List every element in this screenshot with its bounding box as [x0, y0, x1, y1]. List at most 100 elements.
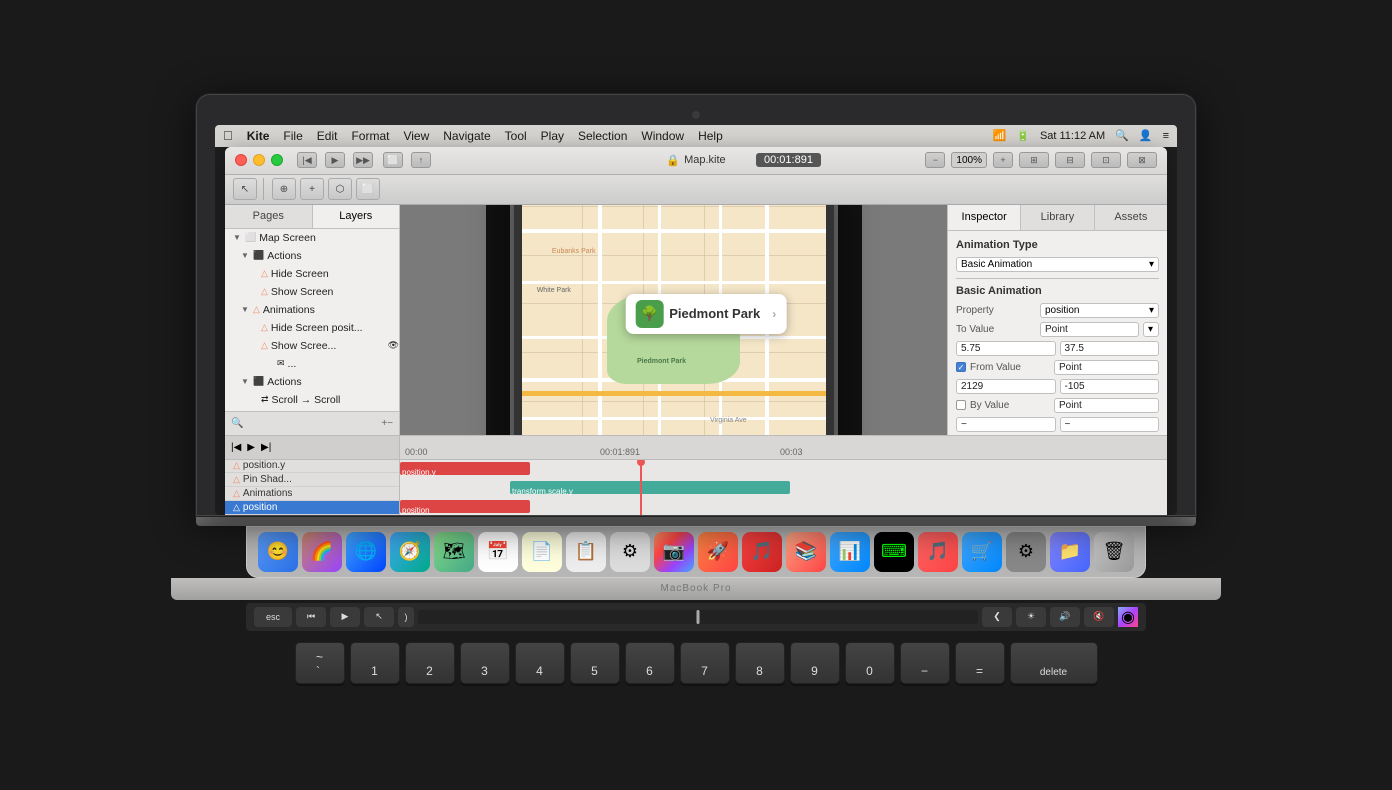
key-1[interactable]: 1	[350, 642, 400, 684]
user-icon[interactable]: 👤	[1139, 129, 1153, 142]
dock-appstore[interactable]: 🛒	[962, 532, 1002, 572]
track-label-2[interactable]: △ Animations	[225, 487, 399, 501]
layer-hide-screen-pos[interactable]: △ Hide Screen posit...	[225, 319, 399, 337]
layer-animations-1[interactable]: ▼ △ Animations	[225, 301, 399, 319]
layer-show-screen-2[interactable]: △ Show Scree... 👁	[225, 337, 399, 355]
menu-kite[interactable]: Kite	[247, 129, 270, 143]
key-8[interactable]: 8	[735, 642, 785, 684]
dock-reminders[interactable]: 📋	[566, 532, 606, 572]
cursor-key[interactable]: ↖	[364, 607, 394, 627]
key-6[interactable]: 6	[625, 642, 675, 684]
mask-tool[interactable]: ⬡	[328, 178, 352, 200]
volume-down-key[interactable]: 🔇	[1084, 607, 1114, 627]
zoom-icon[interactable]: 🔍	[231, 418, 243, 429]
key-2[interactable]: 2	[405, 642, 455, 684]
key-7[interactable]: 7	[680, 642, 730, 684]
track-label-1[interactable]: △ Pin Shad...	[225, 473, 399, 487]
play-key[interactable]: ▶	[330, 607, 360, 627]
to-value-x[interactable]: 5.75	[956, 341, 1056, 356]
layers-tab[interactable]: Layers	[313, 205, 400, 228]
menu-window[interactable]: Window	[641, 129, 684, 143]
layout-button-3[interactable]: ⊡	[1091, 152, 1121, 168]
layer-map-screen[interactable]: ▼ ⬜ Map Screen	[225, 229, 399, 247]
timeline-playhead[interactable]	[640, 460, 642, 515]
track-label-3[interactable]: △ position	[225, 501, 399, 515]
dock-sysprefs[interactable]: ⚙	[1006, 532, 1046, 572]
dock-trash[interactable]: 🗑	[1094, 532, 1134, 572]
dock-terminal[interactable]: ⌨	[874, 532, 914, 572]
dock-kite[interactable]: 🌐	[346, 532, 386, 572]
property-select[interactable]: position ▾	[1040, 303, 1159, 318]
zoom-in-button[interactable]: +	[993, 152, 1013, 168]
layout-button-4[interactable]: ⊠	[1127, 152, 1157, 168]
layer-actions-2[interactable]: ▼ ⬛ Actions	[225, 373, 399, 391]
dock-books[interactable]: 📚	[786, 532, 826, 572]
assets-tab[interactable]: Assets	[1095, 205, 1167, 230]
animation-type-select[interactable]: Basic Animation ▾	[956, 257, 1159, 272]
siri-button[interactable]: ◉	[1118, 607, 1138, 627]
key-3[interactable]: 3	[460, 642, 510, 684]
from-value-y[interactable]: -105	[1060, 379, 1160, 394]
skip-button[interactable]: ▶▶	[353, 152, 373, 168]
menu-format[interactable]: Format	[351, 129, 389, 143]
menu-navigate[interactable]: Navigate	[443, 129, 490, 143]
menu-tool[interactable]: Tool	[505, 129, 527, 143]
close-button[interactable]	[235, 154, 247, 166]
transform-scale-bar[interactable]: transform.scale.y	[510, 481, 790, 494]
volume-up-key[interactable]: 🔊	[1050, 607, 1080, 627]
timeline-ruler[interactable]: 00:00 00:01:891 00:03	[400, 436, 1167, 459]
key-minus[interactable]: −	[900, 642, 950, 684]
dock-maps[interactable]: 🗺	[434, 532, 474, 572]
menu-help[interactable]: Help	[698, 129, 723, 143]
dock-siri[interactable]: 🌈	[302, 532, 342, 572]
timeline-track-area[interactable]: position.y transform.scale.y position op…	[400, 460, 1167, 515]
by-value-x[interactable]: −	[956, 417, 1056, 432]
menu-icon[interactable]: ≡	[1163, 130, 1169, 142]
dock-music[interactable]: 🎵	[742, 532, 782, 572]
search-icon[interactable]: 🔍	[1115, 129, 1129, 142]
pages-tab[interactable]: Pages	[225, 205, 313, 228]
export-button[interactable]: ↑	[411, 152, 431, 168]
zoom-tool[interactable]: ⊕	[272, 178, 296, 200]
dock-launchpad[interactable]: 🚀	[698, 532, 738, 572]
library-tab[interactable]: Library	[1021, 205, 1094, 230]
cursor-tool[interactable]: ↖	[233, 178, 257, 200]
dock-itunes[interactable]: 🎵	[918, 532, 958, 572]
key-delete[interactable]: delete	[1010, 642, 1098, 684]
dock-charts[interactable]: 📊	[830, 532, 870, 572]
layer-scroll[interactable]: ⇄ Scroll → Scroll	[225, 391, 399, 409]
maximize-button[interactable]	[271, 154, 283, 166]
frame-tool[interactable]: ⬜	[356, 178, 380, 200]
dock-calendar[interactable]: 📅	[478, 532, 518, 572]
remove-layer-icon[interactable]: −	[387, 418, 393, 429]
key-5[interactable]: 5	[570, 642, 620, 684]
dock-finder[interactable]: 😊	[258, 532, 298, 572]
prev-key[interactable]: ⏮	[296, 607, 326, 627]
zoom-out-button[interactable]: −	[925, 152, 945, 168]
bracket-key[interactable]: )	[398, 607, 414, 627]
position-y-bar[interactable]: position.y	[400, 462, 530, 475]
screen-view-button[interactable]: ⬜	[383, 152, 403, 168]
by-value-y[interactable]: −	[1060, 417, 1160, 432]
timeline-next-btn[interactable]: ▶|	[261, 442, 271, 453]
inspector-tab[interactable]: Inspector	[948, 205, 1021, 230]
menu-file[interactable]: File	[283, 129, 302, 143]
key-equals[interactable]: =	[955, 642, 1005, 684]
timeline-prev-btn[interactable]: |◀	[231, 442, 241, 453]
from-value-checkbox[interactable]: ✓	[956, 362, 966, 372]
from-value-x[interactable]: 2129	[956, 379, 1056, 394]
layer-misc[interactable]: ✉ ...	[225, 355, 399, 373]
menu-selection[interactable]: Selection	[578, 129, 627, 143]
layer-hide-screen[interactable]: △ Hide Screen	[225, 265, 399, 283]
key-0[interactable]: 0	[845, 642, 895, 684]
layer-show-screen[interactable]: △ Show Screen	[225, 283, 399, 301]
dock-notes[interactable]: 📄	[522, 532, 562, 572]
key-9[interactable]: 9	[790, 642, 840, 684]
position-bar[interactable]: position	[400, 500, 530, 513]
add-tool[interactable]: +	[300, 178, 324, 200]
brightness-key[interactable]: ☀	[1016, 607, 1046, 627]
rewind-button[interactable]: |◀	[297, 152, 317, 168]
layout-button-2[interactable]: ⊟	[1055, 152, 1085, 168]
prev-track-key[interactable]: ❮	[982, 607, 1012, 627]
timeline-play-btn[interactable]: ▶	[247, 442, 255, 453]
